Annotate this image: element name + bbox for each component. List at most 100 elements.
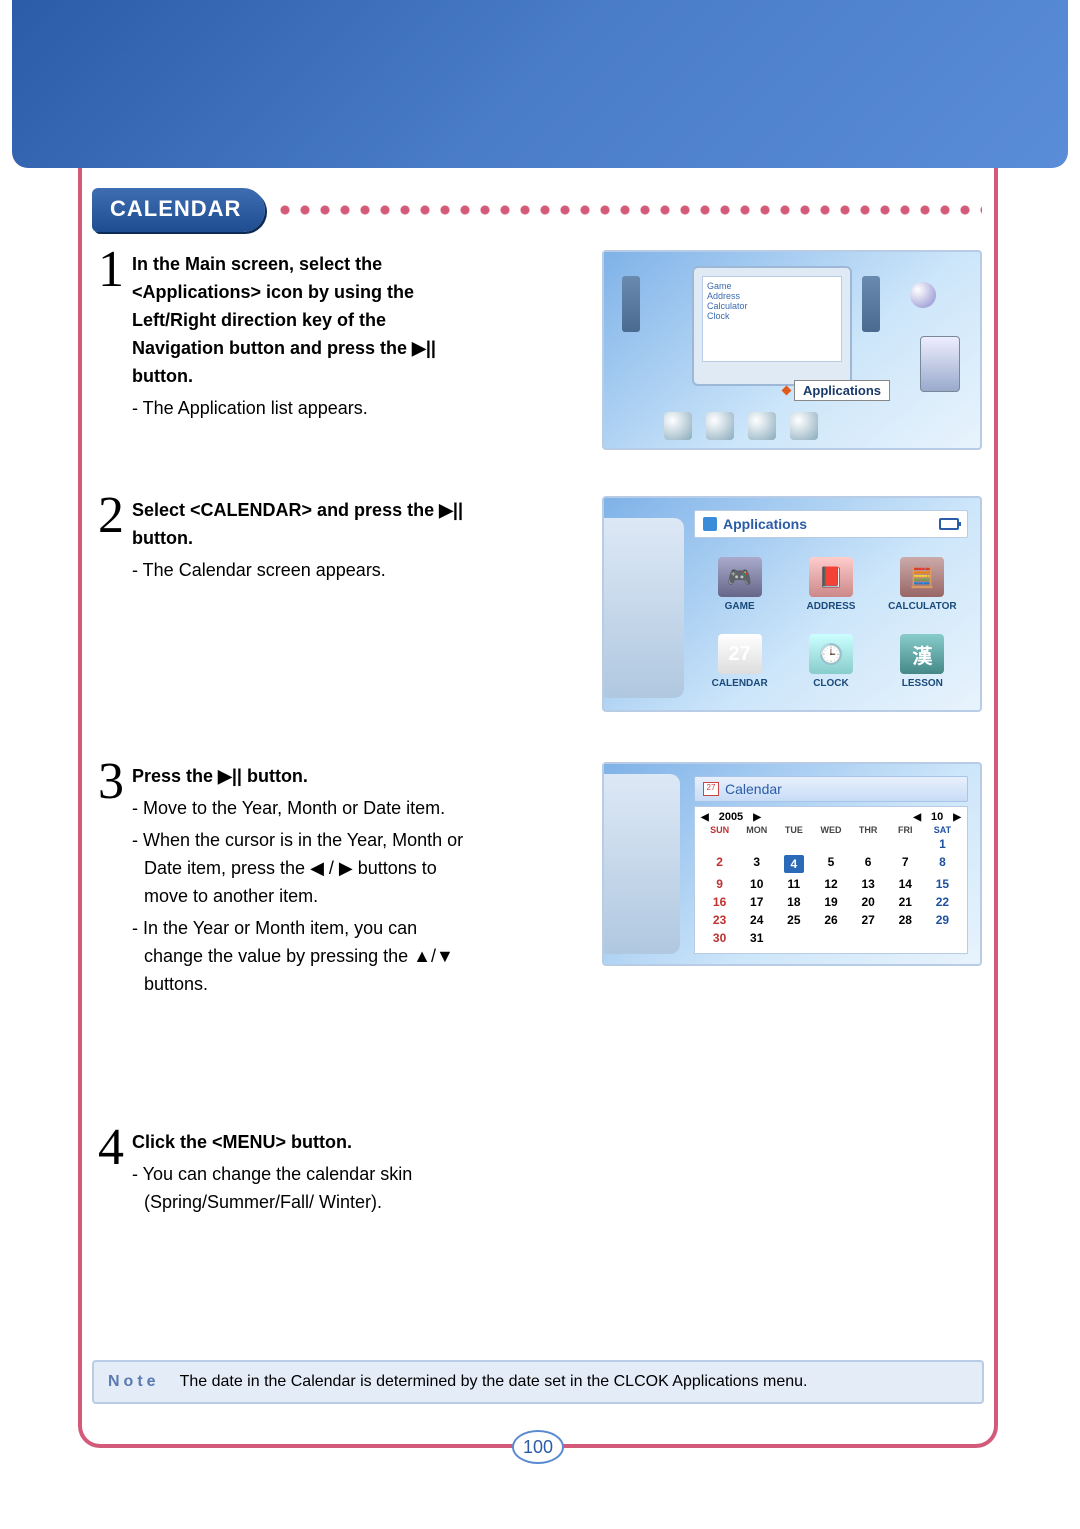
step-text: Click the <MENU> button.	[132, 1132, 352, 1152]
dow-cell: WED	[812, 825, 849, 835]
app-cell-address: 📕ADDRESS	[785, 546, 876, 623]
dow-row: SUNMONTUEWEDTHRFRISAT	[695, 825, 967, 835]
step-number: 4	[92, 1128, 128, 1168]
step-1: 1 In the Main screen, select the <Applic…	[92, 250, 982, 460]
step-text: In the Main screen, select the <Applicat…	[132, 254, 414, 358]
step-bullet: When the cursor is in the Year, Month or…	[132, 826, 480, 910]
tv-menu-list: Game Address Calculator Clock	[702, 276, 842, 362]
small-icon	[706, 412, 734, 440]
date-cell: 2	[701, 853, 738, 875]
calendar-title: Calendar	[725, 781, 782, 797]
date-cell: 14	[887, 875, 924, 893]
date-row: 16171819202122	[695, 893, 967, 911]
calendar-icon: 27	[718, 634, 762, 674]
app-cell-lesson: 漢 LESSON	[877, 623, 968, 700]
device-silhouette	[602, 774, 680, 954]
next-month-icon: ▶	[953, 812, 961, 823]
note-label: Note	[108, 1373, 160, 1391]
window-icon	[703, 517, 717, 531]
date-cell: 21	[887, 893, 924, 911]
date-cell	[887, 835, 924, 853]
note-text: The date in the Calendar is determined b…	[180, 1373, 808, 1391]
figure-3: 27 Calendar ◀ 2005 ▶ ◀	[602, 762, 982, 966]
section-title: CALENDAR	[92, 188, 265, 232]
date-cell	[775, 929, 812, 947]
small-icon	[664, 412, 692, 440]
date-cell: 27	[850, 911, 887, 929]
step-2: 2 Select <CALENDAR> and press the ▶|| bu…	[92, 496, 982, 726]
window-title: Applications	[723, 516, 807, 532]
bottom-icon-row	[664, 412, 818, 440]
step-3: 3 Press the ▶|| button. Move to the Year…	[92, 762, 982, 1092]
date-cell	[850, 929, 887, 947]
calendar-icon: 27	[703, 782, 719, 796]
lesson-icon: 漢	[900, 634, 944, 674]
calendar-header-row: ◀ 2005 ▶ ◀ 10 ▶	[695, 807, 967, 823]
step-text: Press the	[132, 766, 218, 786]
step-bullet: Move to the Year, Month or Date item.	[132, 794, 480, 822]
app-label: CALCULATOR	[888, 601, 957, 612]
app-cell-calculator: 🧮CALCULATOR	[877, 546, 968, 623]
date-grid: 1234567891011121314151617181920212223242…	[695, 835, 967, 947]
date-cell: 18	[775, 893, 812, 911]
dow-cell: SAT	[924, 825, 961, 835]
step-bullet: You can change the calendar skin (Spring…	[132, 1160, 480, 1216]
decorative-dots	[279, 200, 982, 220]
date-cell: 12	[812, 875, 849, 893]
today-marker: 4	[784, 855, 804, 873]
app-cell-clock: 🕒 CLOCK	[785, 623, 876, 700]
page-frame: CALENDAR 1 In the Main screen, select th…	[78, 168, 998, 1448]
date-cell: 22	[924, 893, 961, 911]
date-cell: 31	[738, 929, 775, 947]
section-header: CALENDAR	[92, 188, 982, 232]
date-cell	[775, 835, 812, 853]
app-cell-calendar: 27 CALENDAR	[694, 623, 785, 700]
app-label: CLOCK	[813, 678, 849, 689]
figure-1: Game Address Calculator Clock Applicatio…	[602, 250, 982, 450]
calendar-body: ◀ 2005 ▶ ◀ 10 ▶ SUNMONTUEWEDTHRFRIS	[694, 806, 968, 954]
dow-cell: SUN	[701, 825, 738, 835]
year-value: 2005	[719, 811, 743, 823]
date-cell: 24	[738, 911, 775, 929]
note-bar: Note The date in the Calendar is determi…	[92, 1360, 984, 1404]
month-selector: ◀ 10 ▶	[913, 811, 961, 823]
orb-icon	[910, 282, 936, 308]
step-text: Select <CALENDAR> and press the	[132, 500, 439, 520]
dow-cell: THR	[850, 825, 887, 835]
date-row: 3031	[695, 929, 967, 947]
date-row: 2345678	[695, 853, 967, 875]
date-cell: 28	[887, 911, 924, 929]
tv-line: Clock	[707, 311, 837, 321]
app-label: LESSON	[902, 678, 943, 689]
battery-icon	[939, 518, 959, 530]
step-number: 2	[92, 496, 128, 536]
applications-caption: Applications	[794, 380, 890, 401]
dow-cell: TUE	[775, 825, 812, 835]
date-cell: 7	[887, 853, 924, 875]
small-icon	[790, 412, 818, 440]
step-number: 1	[92, 250, 128, 290]
next-year-icon: ▶	[753, 812, 761, 823]
date-cell	[812, 835, 849, 853]
app-grid: 🎮GAME📕ADDRESS🧮CALCULATOR 27 CALENDAR 🕒 CLOCK…	[694, 546, 968, 700]
app-cell-game: 🎮GAME	[694, 546, 785, 623]
content-area: 1 In the Main screen, select the <Applic…	[92, 250, 982, 1252]
step-body: Select <CALENDAR> and press the ▶|| butt…	[128, 496, 488, 584]
prev-month-icon: ◀	[913, 812, 921, 823]
play-pause-button-label: ▶|| button.	[218, 766, 308, 786]
step-4: 4 Click the <MENU> button. You can chang…	[92, 1128, 982, 1216]
app-label: CALENDAR	[712, 678, 768, 689]
date-cell	[738, 835, 775, 853]
clock-icon: 🕒	[809, 634, 853, 674]
step-number: 3	[92, 762, 128, 802]
step-body: In the Main screen, select the <Applicat…	[128, 250, 488, 422]
date-cell	[850, 835, 887, 853]
tv-line: Address	[707, 291, 837, 301]
speaker-icon	[622, 276, 640, 332]
date-cell	[924, 929, 961, 947]
dow-cell: FRI	[887, 825, 924, 835]
app-label: ADDRESS	[807, 601, 856, 612]
date-cell	[701, 835, 738, 853]
date-cell: 5	[812, 853, 849, 875]
device-icon	[920, 336, 960, 392]
